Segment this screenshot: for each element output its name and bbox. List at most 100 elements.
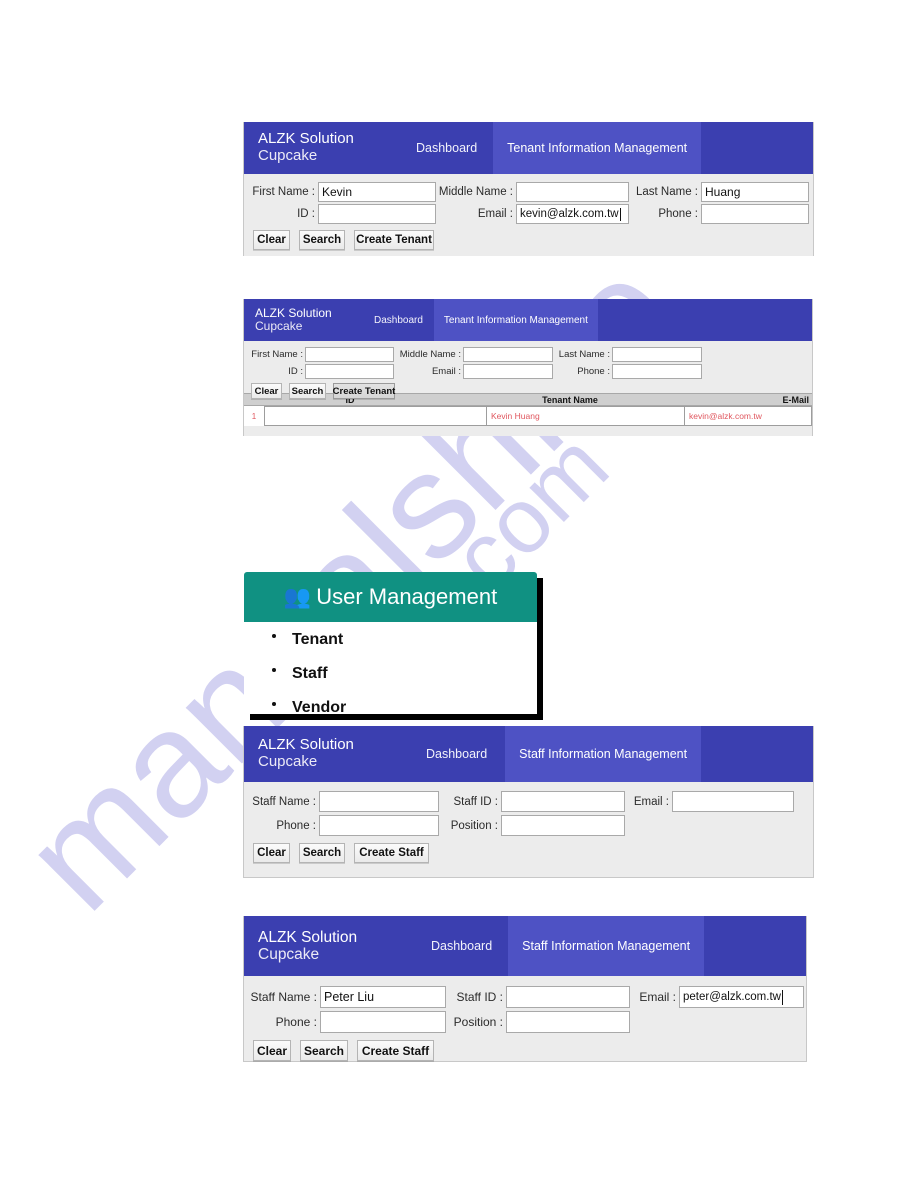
table-row[interactable]: 1 Kevin Huang kevin@alzk.com.tw [244,406,812,426]
id-field-group: ID : [244,364,399,379]
first-name-input[interactable]: Kevin [318,182,436,202]
brand-line-2: Cupcake [255,319,303,333]
staff-name-label: Staff Name : [252,795,316,808]
app-header-bar: ALZK Solution Cupcake Dashboard Tenant I… [244,122,813,174]
nav-dashboard-link[interactable]: Dashboard [416,122,477,174]
email-input[interactable]: peter@alzk.com.tw [679,986,804,1008]
clear-button[interactable]: Clear [253,1040,291,1061]
middle-name-input[interactable] [463,347,553,362]
staff-id-input[interactable] [501,791,625,812]
first-name-field-group: First Name : [244,347,399,362]
user-management-header: 👥 User Management [244,572,537,622]
tab-tenant-information-management[interactable]: Tenant Information Management [493,122,702,174]
phone-input[interactable] [319,815,439,836]
id-input[interactable] [305,364,394,379]
staff-id-field-group: Staff ID : [449,986,634,1008]
staff-id-field-group: Staff ID : [442,791,629,812]
search-button[interactable]: Search [299,230,345,250]
clear-button[interactable]: Clear [253,230,290,250]
tab-tenant-information-management[interactable]: Tenant Information Management [433,299,598,341]
clear-button[interactable]: Clear [253,843,290,863]
nav-dashboard-link[interactable]: Dashboard [431,916,492,976]
tenant-search-form: First Name : Kevin Middle Name : Last Na… [244,174,813,256]
app-header-bar: ALZK Solution Cupcake Dashboard Staff In… [244,726,813,782]
phone-input[interactable] [612,364,702,379]
phone-input[interactable] [701,204,809,224]
last-name-field-group: Last Name : [554,347,704,362]
email-input[interactable] [672,791,794,812]
email-value: kevin@alzk.com.tw [520,208,619,220]
row-marker: 1 [251,411,257,421]
app-brand: ALZK Solution Cupcake [244,299,374,341]
staff-name-input[interactable]: Peter Liu [320,986,446,1008]
create-staff-button[interactable]: Create Staff [357,1040,434,1061]
staff-id-input[interactable] [506,986,630,1008]
phone-field-group: Phone : [630,204,810,224]
tenant-form-button-row: Clear Search Create Tenant [244,383,812,399]
tenant-form-row-2: ID : Email : kevin@alzk.com.tw Phone : [244,204,813,224]
staff-name-input[interactable] [319,791,439,812]
people-icon: 👥 [283,584,311,609]
tenant-form-row-1: First Name : Middle Name : Last Name : [244,347,812,362]
user-management-menu: Tenant Staff Vendor [244,622,537,724]
phone-field-group: Phone : [244,815,442,836]
app-brand: ALZK Solution Cupcake [244,122,416,174]
tenant-form-button-row: Clear Search Create Tenant [244,230,813,250]
brand-line-1: ALZK Solution [258,736,354,754]
email-label: Email : [639,990,676,1004]
last-name-field-group: Last Name : Huang [630,182,810,202]
menu-item-vendor[interactable]: Vendor [272,700,537,716]
cell-id [264,406,486,426]
app-header-bar: ALZK Solution Cupcake Dashboard Tenant I… [244,299,812,341]
nav-dashboard-link[interactable]: Dashboard [426,726,487,782]
brand-line-2: Cupcake [258,147,318,164]
menu-item-tenant-label: Tenant [292,631,344,648]
tenant-information-management-results-window: ALZK Solution Cupcake Dashboard Tenant I… [243,299,813,436]
position-field-group: Position : [442,815,629,836]
email-field-group: Email : peter@alzk.com.tw [634,986,806,1008]
app-brand: ALZK Solution Cupcake [244,916,431,976]
menu-item-staff-label: Staff [292,665,328,682]
tab-staff-information-management[interactable]: Staff Information Management [508,916,705,976]
staff-name-label: Staff Name : [250,990,317,1004]
last-name-input[interactable] [612,347,702,362]
middle-name-label: Middle Name : [399,349,461,360]
phone-label: Phone : [658,208,698,220]
phone-label: Phone : [275,1015,317,1029]
clear-button[interactable]: Clear [251,383,282,399]
staff-form-row-2: Phone : Position : [244,1011,806,1033]
position-input[interactable] [501,815,625,836]
search-button[interactable]: Search [289,383,326,399]
create-staff-button[interactable]: Create Staff [354,843,429,863]
staff-search-form: Staff Name : Peter Liu Staff ID : Email … [244,976,806,1061]
middle-name-input[interactable] [516,182,629,202]
create-tenant-button[interactable]: Create Tenant [354,230,434,250]
app-header-bar: ALZK Solution Cupcake Dashboard Staff In… [244,916,806,976]
last-name-input[interactable]: Huang [701,182,809,202]
search-button[interactable]: Search [300,1040,348,1061]
phone-input[interactable] [320,1011,446,1033]
user-management-title: User Management [316,584,498,609]
email-input[interactable] [463,364,553,379]
nav-dashboard-link[interactable]: Dashboard [374,299,423,341]
staff-id-label: Staff ID : [453,795,498,808]
first-name-input[interactable] [305,347,394,362]
search-button[interactable]: Search [299,843,345,863]
id-input[interactable] [318,204,436,224]
id-field-group: ID : [244,204,438,224]
email-input[interactable]: kevin@alzk.com.tw [516,204,629,224]
id-label: ID : [297,208,315,220]
staff-name-field-group: Staff Name : [244,791,442,812]
middle-name-field-group: Middle Name : [438,182,630,202]
phone-label: Phone : [276,819,316,832]
menu-item-staff[interactable]: Staff [272,665,537,682]
create-tenant-button[interactable]: Create Tenant [333,383,395,399]
position-input[interactable] [506,1011,630,1033]
text-cursor [619,207,621,221]
menu-item-tenant[interactable]: Tenant [272,631,537,648]
last-name-label: Last Name : [636,186,698,198]
last-name-label: Last Name : [558,349,610,360]
text-cursor [781,989,783,1005]
tab-staff-information-management[interactable]: Staff Information Management [505,726,702,782]
email-label: Email : [633,795,669,808]
